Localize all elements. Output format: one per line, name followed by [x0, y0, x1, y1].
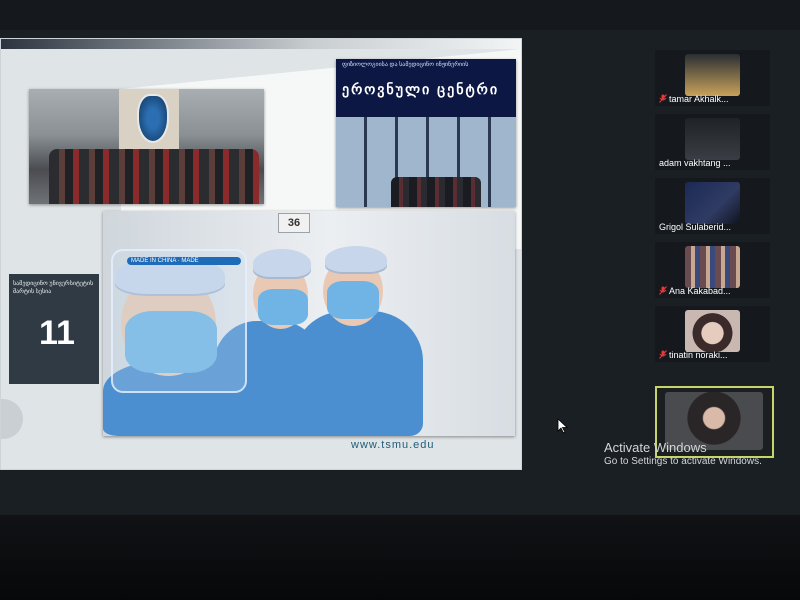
- screen: ფიზიოლოგიისა და სამედიცინო ინჟინერიის ერ…: [0, 30, 800, 515]
- mouse-cursor-icon: [557, 418, 569, 434]
- slide-decor-left: [1, 399, 23, 439]
- participant-name-row: Grigol Sulaberid...: [659, 222, 767, 232]
- person-middle-cap: [253, 249, 311, 279]
- participant-name: tinatin noraki...: [669, 350, 728, 360]
- participant-name-row: tamar Akhalk...: [659, 94, 767, 104]
- participant-video: [685, 182, 740, 224]
- participant-name: Ana Kakabad...: [669, 286, 731, 296]
- participant-video: [685, 54, 740, 96]
- photo-group-building: [29, 89, 264, 204]
- photo-center-national: ფიზიოლოგიისა და სამედიცინო ინჟინერიის ერ…: [336, 59, 516, 207]
- participant-video: [685, 118, 740, 160]
- face-shield: MADE IN CHINA · MADE: [111, 249, 247, 393]
- photo-main-medics: 36 MADE IN CHINA · MADE: [103, 211, 515, 436]
- muted-mic-icon: [659, 94, 667, 103]
- participant-video: [685, 310, 740, 352]
- participant-tile[interactable]: adam vakhtang ...: [655, 114, 770, 170]
- group-of-people: [49, 149, 259, 204]
- participant-tile[interactable]: tinatin noraki...: [655, 306, 770, 362]
- participant-video: [685, 246, 740, 288]
- center-banner: ფიზიოლოგიისა და სამედიცინო ინჟინერიის ერ…: [336, 59, 516, 117]
- monitor-frame: ფიზიოლოგიისა და სამედიცინო ინჟინერიის ერ…: [0, 0, 800, 600]
- participant-tile[interactable]: Grigol Sulaberid...: [655, 178, 770, 234]
- slide-left-box-text: სამედიცინო უნივერსიტეტის მარტის სესია: [13, 281, 94, 295]
- person-right-cap: [325, 246, 387, 274]
- shared-slide: ფიზიოლოგიისა და სამედიცინო ინჟინერიის ერ…: [0, 38, 522, 470]
- participant-panel: tamar Akhalk... adam vakhtang ... Grigol…: [655, 50, 774, 470]
- participant-name-row: tinatin noraki...: [659, 350, 767, 360]
- participant-tile[interactable]: tamar Akhalk...: [655, 50, 770, 106]
- activate-windows-title: Activate Windows: [604, 440, 707, 455]
- person-middle-mask: [258, 289, 308, 325]
- person-right-mask: [327, 281, 379, 319]
- participant-name: tamar Akhalk...: [669, 94, 729, 104]
- muted-mic-icon: [659, 286, 667, 295]
- slide-left-box: სამედიცინო უნივერსიტეტის მარტის სესია 11: [9, 274, 99, 384]
- center-banner-small-text: ფიზიოლოგიისა და სამედიცინო ინჟინერიის: [342, 62, 469, 68]
- slide-top-band: [1, 39, 521, 49]
- participant-name-row: Ana Kakabad...: [659, 286, 767, 296]
- participant-name: adam vakhtang ...: [659, 158, 731, 168]
- slide-url: www.tsmu.edu: [351, 439, 435, 451]
- university-emblem: [137, 94, 169, 143]
- slide-left-box-number: 11: [39, 314, 75, 352]
- muted-mic-icon: [659, 350, 667, 359]
- activate-windows-subtitle: Go to Settings to activate Windows.: [604, 456, 762, 467]
- participant-tile[interactable]: Ana Kakabad...: [655, 242, 770, 298]
- monitor-bottom-bezel: [0, 515, 800, 600]
- room-sign: 36: [278, 213, 310, 233]
- face-shield-band: MADE IN CHINA · MADE: [127, 257, 241, 265]
- participant-name: Grigol Sulaberid...: [659, 222, 732, 232]
- activate-windows-watermark: Activate Windows Go to Settings to activ…: [604, 440, 794, 480]
- center-people: [391, 177, 481, 207]
- participant-name-row: adam vakhtang ...: [659, 158, 767, 168]
- center-banner-big-text: ეროვნული ცენტრი: [342, 81, 500, 97]
